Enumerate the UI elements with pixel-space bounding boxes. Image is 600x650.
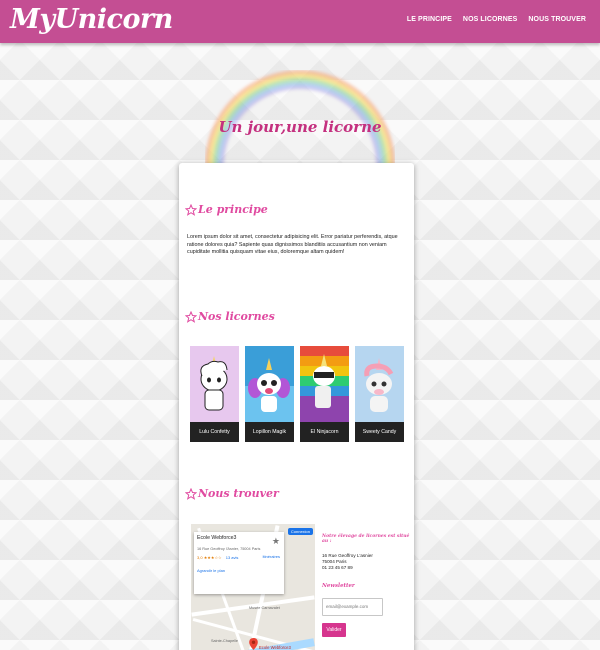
nav-link-principe[interactable]: LE PRINCIPE [407, 16, 452, 23]
site-header: MyUnicorn LE PRINCIPE NOS LICORNES NOUS … [0, 0, 600, 43]
map-pin-icon[interactable] [249, 638, 258, 650]
unicorn-card-lulu[interactable]: Lulu Confetty [190, 346, 239, 442]
map-label-chapelle: Sainte-Chapelle [211, 639, 239, 643]
unicorn-image [355, 346, 404, 422]
unicorn-name: Lopillon Magik [245, 422, 294, 442]
unicorn-name: Lulu Confetty [190, 422, 239, 442]
principe-heading: Le principe [185, 203, 268, 216]
directions-link[interactable]: Itinéraires [262, 554, 280, 559]
reviews-link[interactable]: 13 avis [226, 555, 239, 560]
pin-label: Ecole Webforce3 [259, 645, 291, 650]
newsletter-title: Newsletter [322, 582, 355, 589]
rating-stars: ★★★☆☆ [203, 555, 222, 560]
submit-button[interactable]: Valider [322, 622, 346, 637]
principe-text: Lorem ipsum dolor sit amet, consectetur … [187, 234, 398, 255]
hero-title: Un jour,une licorne [218, 118, 382, 136]
unicorn-name: Sweety Candy [355, 422, 404, 442]
site-logo[interactable]: MyUnicorn [10, 4, 173, 35]
connect-button[interactable]: Connexion [287, 528, 313, 535]
contact-address: 16 Rue Geoffroy L'asnier 75004 Paris 01 … [322, 553, 414, 572]
main-card: Le principe Lorem ipsum dolor sit amet, … [179, 163, 414, 650]
principe-title: Le principe [198, 203, 268, 216]
larger-map-link[interactable]: Agrandir le plan [197, 568, 281, 573]
contact-panel: Notre élevage de licornes est situé au :… [322, 534, 414, 637]
star-icon [185, 203, 197, 216]
email-input[interactable] [322, 597, 383, 616]
unicorn-card-sweety[interactable]: Sweety Candy [355, 346, 404, 442]
unicorn-name: El Ninjacorn [300, 422, 349, 442]
unicorn-image [245, 346, 294, 422]
place-address: 16 Rue Geoffroy l'Asnier, 75004 Paris [197, 547, 261, 551]
main-nav: LE PRINCIPE NOS LICORNES NOUS TROUVER [407, 16, 586, 23]
trouver-title: Nous trouver [198, 487, 279, 500]
address-line-phone: 01 23 45 67 89 [322, 565, 353, 571]
location-question: Notre élevage de licornes est situé au : [322, 534, 410, 544]
rating-value: 3,0 [197, 555, 203, 560]
unicorn-image [190, 346, 239, 422]
trouver-heading: Nous trouver [185, 487, 279, 500]
unicorn-card-lopillon[interactable]: Lopillon Magik [245, 346, 294, 442]
place-name[interactable]: Ecole Webforce3 [197, 535, 281, 541]
map-info-card: Ecole Webforce3 16 Rue Geoffroy l'Asnier… [194, 532, 284, 594]
star-icon [185, 310, 197, 323]
map-label-museum: Musée Carnavalet [249, 606, 280, 610]
embedded-map[interactable]: Musée Carnavalet Sainte-Chapelle Ecole W… [191, 524, 315, 650]
nav-link-trouver[interactable]: NOUS TROUVER [528, 16, 586, 23]
nav-link-licornes[interactable]: NOS LICORNES [463, 16, 517, 23]
bookmark-icon[interactable]: ★ [272, 536, 280, 547]
unicorn-image [300, 346, 349, 422]
unicorn-card-ninjacorn[interactable]: El Ninjacorn [300, 346, 349, 442]
licornes-heading: Nos licornes [185, 310, 275, 323]
star-icon [185, 487, 197, 500]
licornes-title: Nos licornes [198, 310, 275, 323]
